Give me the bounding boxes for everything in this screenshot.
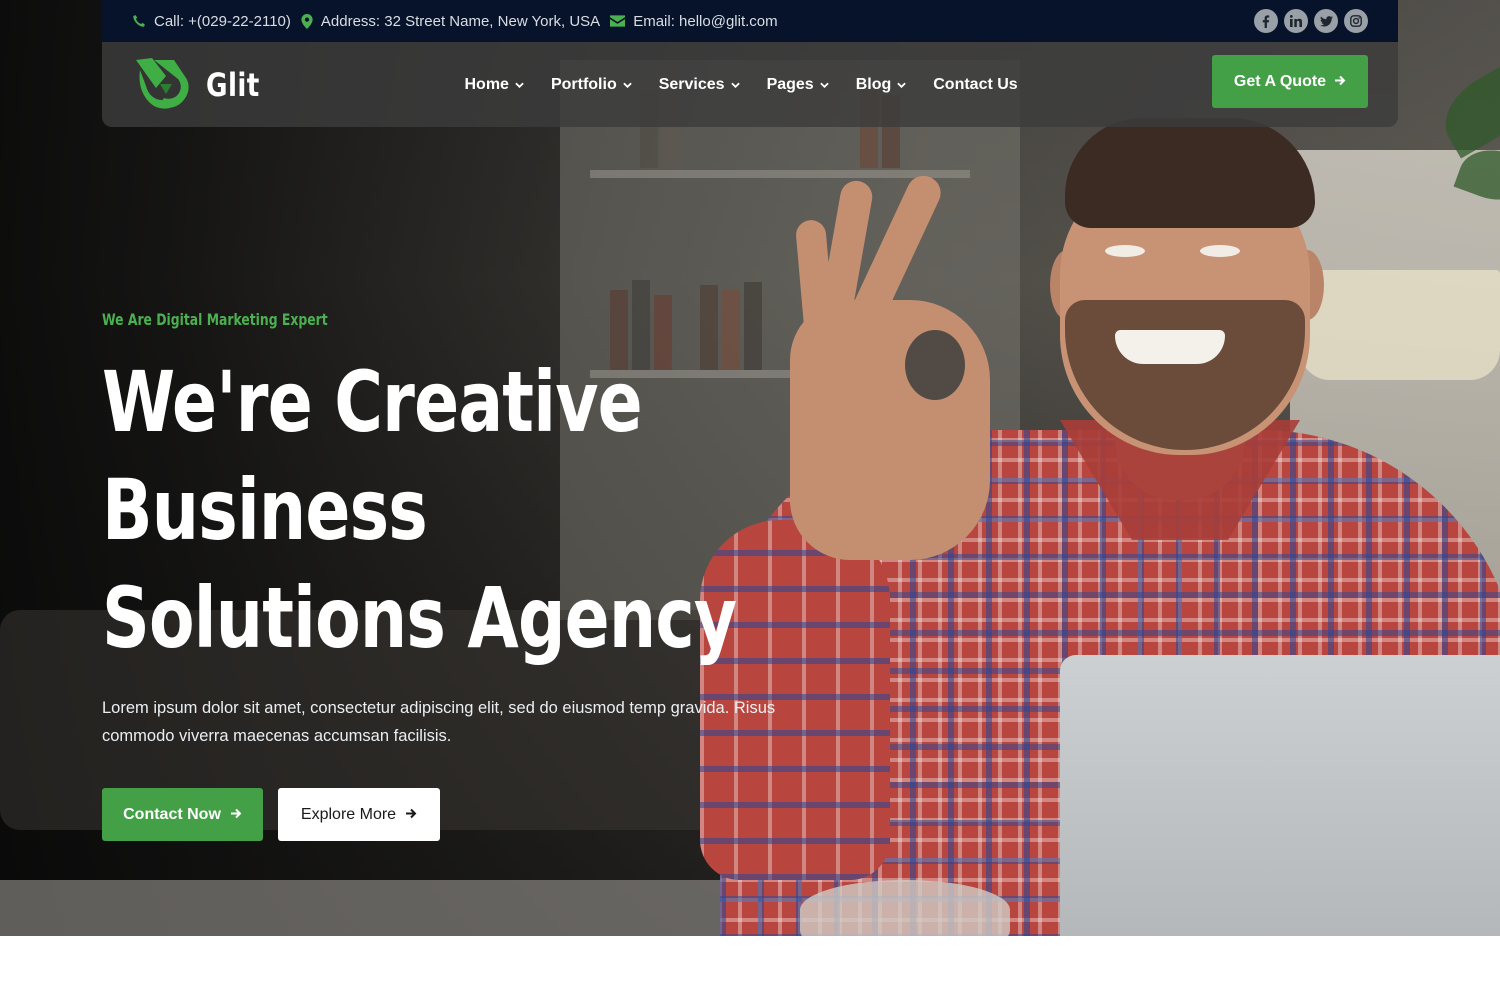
nav-item-portfolio[interactable]: Portfolio [551, 76, 632, 94]
email-info[interactable]: Email: hello@glit.com [610, 12, 778, 30]
address-info: Address: 32 Street Name, New York, USA [301, 13, 600, 30]
phone-text: Call: +(029-22-2110) [154, 12, 291, 30]
get-a-quote-label: Get A Quote [1233, 72, 1327, 90]
nav-item-services[interactable]: Services [659, 76, 740, 94]
get-a-quote-button[interactable]: Get A Quote [1212, 55, 1368, 108]
nav-item-label: Home [464, 75, 509, 93]
arrow-right-icon [1334, 73, 1346, 91]
nav-item-pages[interactable]: Pages [767, 76, 829, 94]
twitter-icon[interactable] [1314, 9, 1338, 33]
phone-info[interactable]: Call: +(029-22-2110) [132, 13, 291, 30]
hero-headline: We're Creative Business Solutions Agency [102, 348, 892, 672]
main-navbar: Glit Home Portfolio Services Pages Blog … [102, 42, 1398, 127]
hero-eyebrow: We Are Digital Marketing Expert [102, 310, 328, 329]
logo-text: Glit [206, 65, 260, 104]
primary-menu: Home Portfolio Services Pages Blog Conta… [465, 76, 1045, 94]
chevron-down-icon [622, 82, 632, 88]
explore-more-label: Explore More [300, 805, 397, 823]
nav-item-label: Pages [766, 75, 814, 93]
site-logo[interactable]: Glit [132, 54, 272, 115]
hero-cta-row: Contact Now Explore More [102, 788, 902, 841]
envelope-icon [610, 15, 626, 27]
instagram-icon[interactable] [1344, 9, 1368, 33]
logo-mark-icon [132, 54, 194, 115]
chevron-down-icon [730, 82, 740, 88]
linkedin-icon[interactable] [1284, 9, 1308, 33]
nav-item-contact-us[interactable]: Contact Us [933, 76, 1017, 94]
chevron-down-icon [515, 82, 524, 88]
chevron-down-icon [897, 82, 906, 88]
explore-more-button[interactable]: Explore More [278, 788, 440, 841]
nav-item-home[interactable]: Home [465, 76, 524, 94]
hero-headline-line-2: Solutions Agency [102, 569, 737, 667]
nav-item-label: Blog [855, 75, 892, 93]
chevron-down-icon [819, 82, 829, 88]
contact-now-label: Contact Now [123, 805, 221, 823]
email-text: Email: hello@glit.com [633, 12, 778, 30]
nav-item-label: Contact Us [933, 75, 1018, 93]
contact-now-button[interactable]: Contact Now [102, 788, 263, 841]
phone-icon [132, 14, 146, 28]
nav-item-label: Services [658, 75, 725, 93]
address-text: Address: 32 Street Name, New York, USA [320, 12, 601, 30]
arrow-right-icon [405, 806, 417, 824]
social-links [1254, 9, 1368, 33]
map-pin-icon [301, 13, 313, 29]
hero-description: Lorem ipsum dolor sit amet, consectetur … [102, 699, 776, 745]
hero-headline-line-1: We're Creative Business [102, 353, 643, 559]
facebook-icon[interactable] [1254, 9, 1278, 33]
nav-item-label: Portfolio [550, 75, 617, 93]
hero-content: We Are Digital Marketing Expert We're Cr… [102, 310, 902, 841]
nav-item-blog[interactable]: Blog [856, 76, 907, 94]
top-info-bar: Call: +(029-22-2110) Address: 32 Street … [102, 0, 1398, 42]
arrow-right-icon [230, 806, 242, 824]
